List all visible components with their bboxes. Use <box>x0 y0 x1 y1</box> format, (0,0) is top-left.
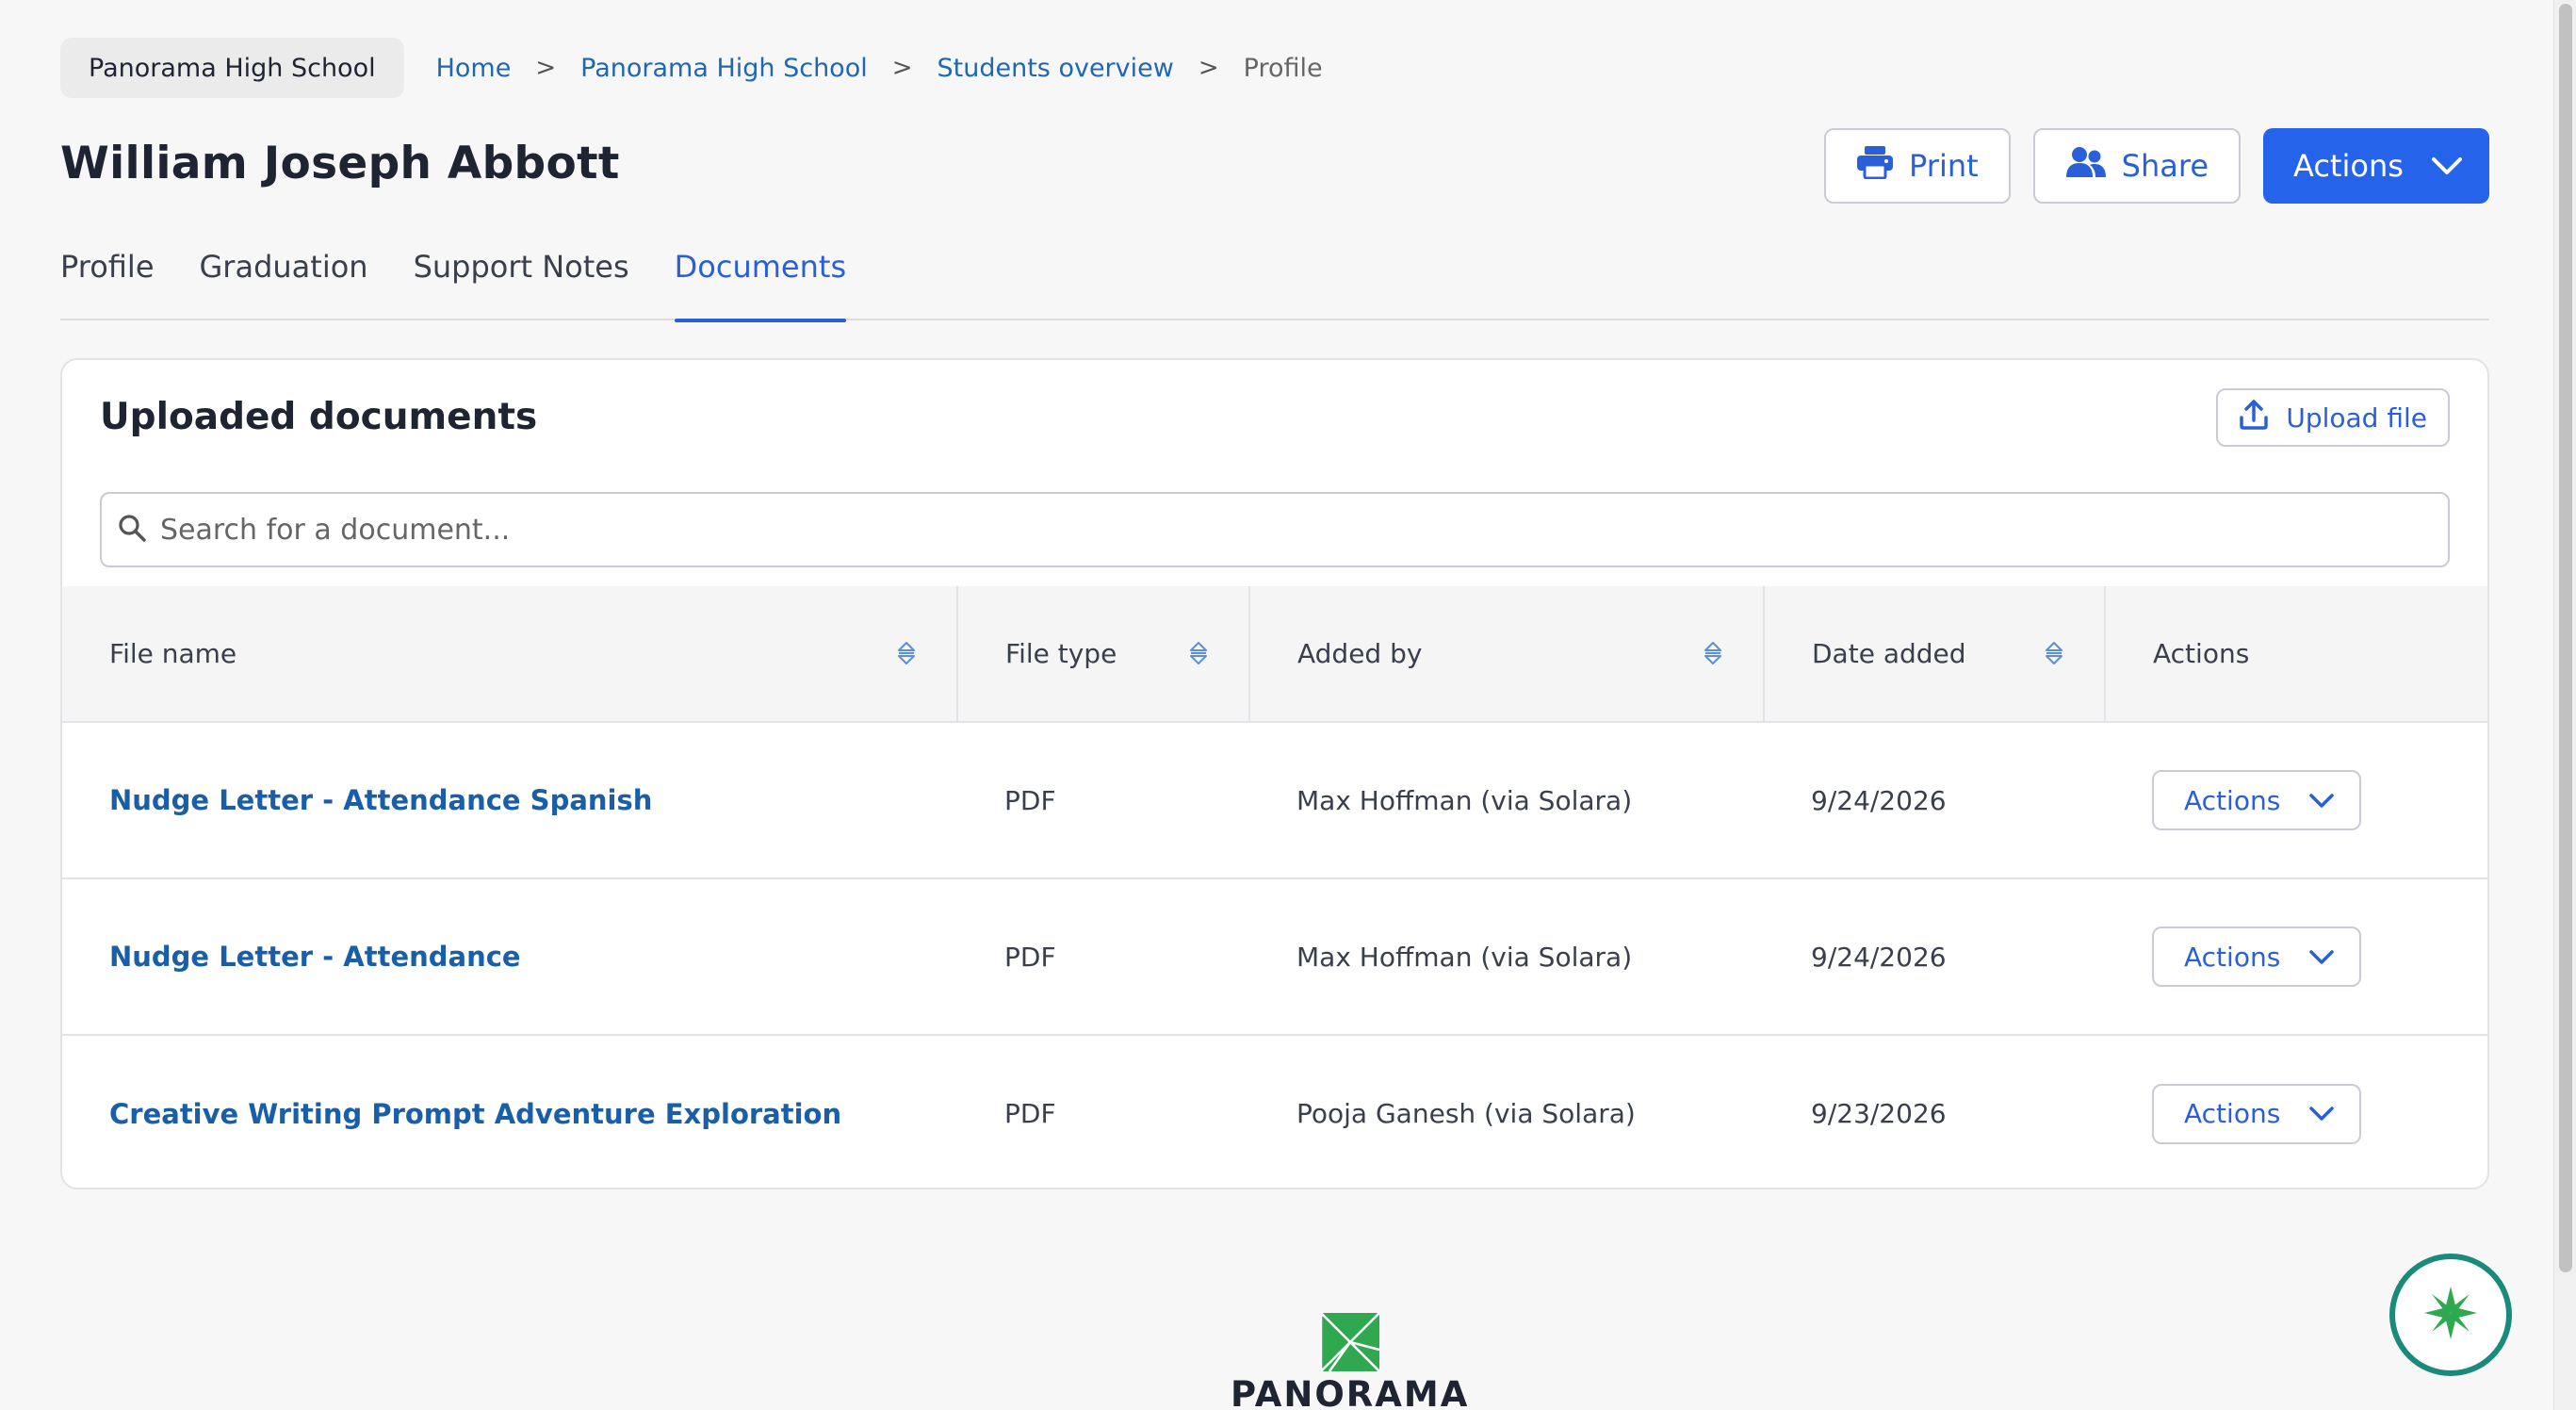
file-type: PDF <box>1004 1098 1056 1129</box>
column-label: Actions <box>2153 638 2250 669</box>
print-label: Print <box>1909 148 1979 184</box>
row-actions-button[interactable]: Actions <box>2152 770 2361 830</box>
breadcrumb-separator: > <box>535 54 557 82</box>
sparkle-icon <box>2421 1283 2481 1347</box>
school-selector[interactable]: Panorama High School <box>60 38 404 98</box>
chevron-down-icon <box>2308 785 2335 816</box>
column-header-date-added[interactable]: Date added <box>1764 586 2106 723</box>
added-by: Pooja Ganesh (via Solara) <box>1296 1098 1636 1129</box>
chevron-down-icon <box>2431 148 2463 184</box>
share-button[interactable]: Share <box>2032 128 2241 204</box>
row-actions-label: Actions <box>2184 941 2281 973</box>
page-scrollbar[interactable] <box>2553 0 2576 1410</box>
date-added: 9/24/2026 <box>1764 722 2105 879</box>
actions-button[interactable]: Actions <box>2263 128 2489 204</box>
scrollbar-thumb[interactable] <box>2559 4 2572 1272</box>
panorama-logo-text: PANORAMA <box>1231 1374 1470 1410</box>
date-added: 9/24/2026 <box>1764 878 2105 1036</box>
assistant-button[interactable] <box>2389 1254 2512 1376</box>
tab-graduation[interactable]: Graduation <box>200 243 368 320</box>
panorama-logo: PANORAMA <box>1231 1312 1469 1410</box>
header-actions: Print Share Actions <box>1824 128 2489 204</box>
search-icon <box>117 513 147 547</box>
column-header-file-name[interactable]: File name <box>62 586 958 723</box>
upload-file-label: Upload file <box>2286 402 2427 434</box>
table-row: Creative Writing Prompt Adventure Explor… <box>62 1035 2487 1188</box>
page-title: William Joseph Abbott <box>60 138 620 189</box>
column-label: Date added <box>1812 638 1966 669</box>
upload-file-button[interactable]: Upload file <box>2216 388 2450 447</box>
sort-icon[interactable] <box>2044 639 2064 674</box>
table-row: Nudge Letter - Attendance PDF Max Hoffma… <box>62 878 2487 1036</box>
tab-support-notes[interactable]: Support Notes <box>414 243 629 320</box>
file-type: PDF <box>957 878 1249 1036</box>
profile-tabs: Profile Graduation Support Notes Documen… <box>60 243 2489 322</box>
file-type: PDF <box>957 722 1249 879</box>
sort-icon[interactable] <box>1703 639 1723 674</box>
top-bar: Panorama High School Home > Panorama Hig… <box>60 38 1323 98</box>
panorama-logo-mark-icon <box>1319 1312 1380 1372</box>
row-actions-button[interactable]: Actions <box>2152 1083 2361 1144</box>
breadcrumb-current: Profile <box>1243 53 1323 83</box>
breadcrumb-separator: > <box>891 54 913 82</box>
column-header-file-type[interactable]: File type <box>957 586 1250 723</box>
actions-label: Actions <box>2293 148 2404 184</box>
chevron-down-icon <box>2308 942 2335 973</box>
added-by: Max Hoffman (via Solara) <box>1249 878 1764 1036</box>
breadcrumb-home[interactable]: Home <box>436 54 512 83</box>
sort-icon[interactable] <box>896 639 917 674</box>
document-search <box>100 492 2450 567</box>
breadcrumb-school[interactable]: Panorama High School <box>580 54 868 83</box>
printer-icon <box>1856 145 1894 187</box>
documents-table: File name File type Added by Date added … <box>62 586 2487 1188</box>
documents-title: Uploaded documents <box>100 396 538 438</box>
file-name-link[interactable]: Nudge Letter - Attendance <box>109 941 521 973</box>
column-label: File type <box>1005 638 1117 669</box>
column-label: Added by <box>1297 638 1423 669</box>
sort-icon[interactable] <box>1188 639 1209 674</box>
search-input[interactable] <box>160 513 2448 547</box>
table-row: Nudge Letter - Attendance Spanish PDF Ma… <box>62 722 2487 879</box>
print-button[interactable]: Print <box>1824 128 2011 204</box>
chevron-down-icon <box>2308 1098 2335 1129</box>
row-actions-label: Actions <box>2184 1098 2281 1129</box>
share-label: Share <box>2121 148 2209 184</box>
row-actions-label: Actions <box>2184 784 2281 816</box>
page: Panorama High School Home > Panorama Hig… <box>60 0 2489 1410</box>
tab-documents[interactable]: Documents <box>674 243 847 322</box>
breadcrumb-separator: > <box>1198 54 1219 82</box>
table-header-row: File name File type Added by Date added … <box>62 586 2487 723</box>
tab-profile[interactable]: Profile <box>60 243 155 320</box>
breadcrumb-students-overview[interactable]: Students overview <box>937 54 1174 83</box>
file-name-link[interactable]: Nudge Letter - Attendance Spanish <box>109 784 652 816</box>
breadcrumb: Home > Panorama High School > Students o… <box>436 54 1323 83</box>
upload-icon <box>2239 399 2269 437</box>
users-icon <box>2065 145 2107 187</box>
column-label: File name <box>109 638 237 669</box>
documents-card: Uploaded documents Upload file Search fo… <box>60 358 2489 1189</box>
column-header-actions: Actions <box>2105 586 2487 723</box>
row-actions-button[interactable]: Actions <box>2152 926 2361 987</box>
date-added: 9/23/2026 <box>1811 1098 1947 1129</box>
added-by: Max Hoffman (via Solara) <box>1249 722 1764 879</box>
file-name-link[interactable]: Creative Writing Prompt Adventure Explor… <box>109 1098 841 1130</box>
column-header-added-by[interactable]: Added by <box>1249 586 1765 723</box>
